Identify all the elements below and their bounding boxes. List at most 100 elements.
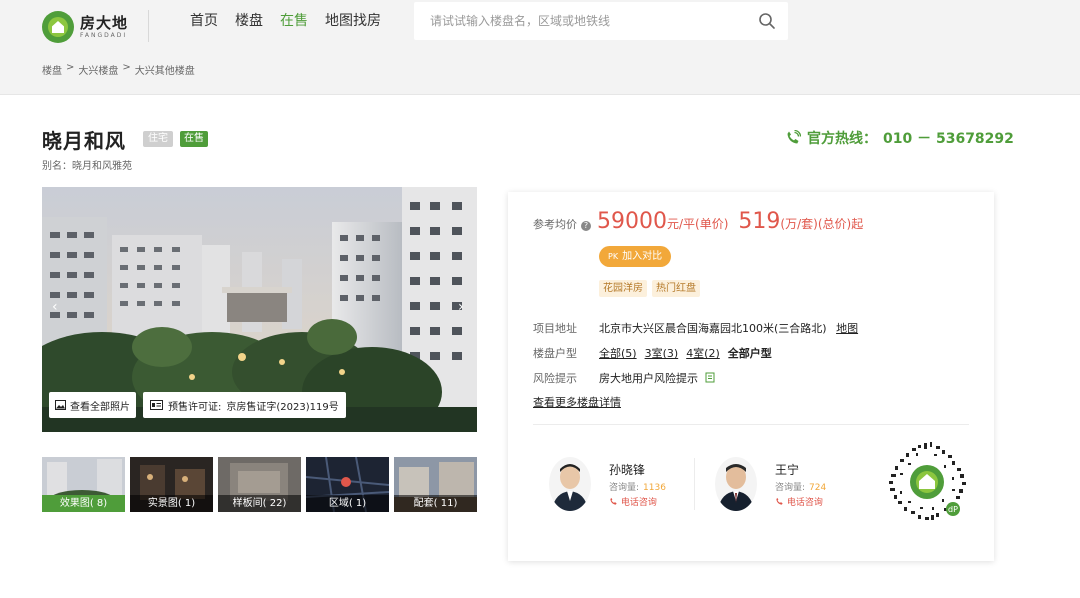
thumb-real-photos-label: 实景图( 1) — [130, 495, 213, 512]
phone-consult-label: 电话咨询 — [786, 497, 823, 508]
sale-status-badge: 在售 — [180, 131, 208, 147]
total-price: 519 — [738, 209, 781, 234]
header-band: 房大地 FANGDADI 首页 楼盘 在售 地图找房 楼盘 > 大兴楼盘 > 大… — [0, 0, 1080, 95]
inquiries-label: 咨询量: — [775, 482, 806, 493]
search-input[interactable] — [430, 12, 750, 30]
thumb-showroom[interactable]: 样板间( 22) — [218, 457, 301, 512]
official-hotline: 官方热线： 010 － 53678292 — [785, 128, 1014, 148]
feature-tag: 热门红盘 — [652, 280, 700, 297]
address-text: 北京市大兴区晨合国海嘉园北100米(三合路北) — [599, 322, 827, 335]
nav-map-search[interactable]: 地图找房 — [325, 12, 381, 30]
map-link[interactable]: 地图 — [836, 322, 858, 335]
thumb-renderings[interactable]: 效果图( 8) — [42, 457, 125, 512]
site-logo[interactable]: 房大地 FANGDADI — [42, 11, 128, 43]
breadcrumb: 楼盘 > 大兴楼盘 > 大兴其他楼盘 — [42, 62, 195, 77]
view-all-photos-label: 查看全部照片 — [70, 401, 130, 413]
layout-row: 楼盘户型 全部(5) 3室(3) 4室(2) 全部户型 — [533, 345, 772, 361]
project-info-card: 参考均价 ? 59000 元/平(单价) 519 (万/套)(总价)起 PK 加入… — [508, 192, 994, 561]
layout-links: 全部(5) 3室(3) 4室(2) 全部户型 — [599, 345, 772, 361]
more-details-link[interactable]: 查看更多楼盘详情 — [533, 394, 621, 410]
main-photo[interactable]: ‹ › 查看全部照片 预售许可证: 京房售证字(2023)119号 — [42, 187, 477, 432]
inquiries-label: 咨询量: — [609, 482, 640, 493]
document-icon — [705, 372, 714, 383]
logo-name: 房大地 — [80, 14, 129, 32]
main-nav: 首页 楼盘 在售 地图找房 — [190, 12, 381, 30]
phone-consult-button[interactable]: 电话咨询 — [609, 495, 666, 508]
agent-card[interactable]: 孙晓锋 咨询量: 1136 电话咨询 — [549, 457, 666, 511]
presale-license: 预售许可证: 京房售证字(2023)119号 — [143, 392, 346, 418]
risk-row: 风险提示 房大地用户风险提示 — [533, 370, 716, 386]
unit-price-suffix: 元/平(单价) — [667, 217, 729, 231]
logo-subtitle: FANGDADI — [80, 32, 128, 39]
agent-avatar — [549, 457, 591, 511]
inquiries-count: 1136 — [643, 482, 666, 493]
add-to-compare-label: 加入对比 — [622, 251, 663, 262]
agent-avatar — [715, 457, 757, 511]
help-icon[interactable]: ? — [581, 221, 591, 231]
breadcrumb-daxing-other[interactable]: 大兴其他楼盘 — [135, 62, 195, 77]
address-row: 项目地址 北京市大兴区晨合国海嘉园北100米(三合路北) 地图 — [533, 320, 858, 336]
thumb-real-photos[interactable]: 实景图( 1) — [130, 457, 213, 512]
search-icon[interactable] — [758, 12, 776, 30]
next-photo-arrow[interactable]: › — [458, 299, 464, 315]
unit-price: 59000 — [597, 209, 667, 234]
nav-home[interactable]: 首页 — [190, 12, 218, 30]
agent-card[interactable]: 王宁 咨询量: 724 电话咨询 — [715, 457, 826, 511]
image-icon — [55, 400, 66, 410]
agent-inquiries: 咨询量: 724 — [775, 480, 826, 493]
license-number: 京房售证字(2023)119号 — [226, 401, 339, 413]
breadcrumb-projects[interactable]: 楼盘 — [42, 62, 62, 77]
layout-4room-link[interactable]: 4室(2) — [686, 345, 720, 361]
phone-icon — [610, 497, 617, 505]
search-box — [414, 2, 788, 40]
header-divider — [148, 10, 149, 42]
pk-label: PK — [608, 252, 619, 261]
price-label: 参考均价 — [533, 218, 577, 231]
risk-value[interactable]: 房大地用户风险提示 — [599, 370, 716, 386]
project-title: 晓月和风 — [42, 129, 126, 153]
hotline-label: 官方热线： — [807, 131, 877, 147]
breadcrumb-separator: > — [66, 62, 75, 73]
price-row: 参考均价 ? 59000 元/平(单价) 519 (万/套)(总价)起 — [533, 209, 873, 234]
thumb-area-map-label: 区域( 1) — [306, 495, 389, 512]
agent-name: 王宁 — [775, 462, 800, 477]
phone-consult-label: 电话咨询 — [620, 497, 657, 508]
feature-tag: 花园洋房 — [599, 280, 647, 297]
property-type-badge: 住宅 — [143, 131, 173, 147]
total-price-suffix: (万/套)(总价)起 — [780, 217, 864, 231]
feature-tags: 花园洋房 热门红盘 — [599, 280, 700, 297]
mini-program-qr-code: dP — [886, 441, 968, 523]
phone-icon — [787, 130, 801, 144]
add-to-compare-button[interactable]: PK 加入对比 — [599, 246, 672, 267]
nav-on-sale[interactable]: 在售 — [280, 12, 308, 30]
thumb-area-map[interactable]: 区域( 1) — [306, 457, 389, 512]
thumb-showroom-label: 样板间( 22) — [218, 495, 301, 512]
layout-3room-link[interactable]: 3室(3) — [645, 345, 679, 361]
breadcrumb-separator: > — [122, 62, 131, 73]
agent-name: 孙晓锋 — [609, 462, 646, 477]
view-all-photos-button[interactable]: 查看全部照片 — [49, 392, 136, 418]
logo-house-icon — [42, 11, 74, 43]
nav-projects[interactable]: 楼盘 — [235, 12, 263, 30]
inquiries-count: 724 — [809, 482, 827, 493]
photo-category-thumbnails: 效果图( 8) 实景图( 1) 样板间( 22) 区域( 1) 配套(11) — [42, 457, 477, 512]
project-alias: 别名：晓月和风雅苑 — [42, 161, 132, 172]
agent-divider — [694, 458, 695, 510]
phone-consult-button[interactable]: 电话咨询 — [775, 495, 826, 508]
svg-text:dP: dP — [948, 505, 958, 514]
thumb-facilities[interactable]: 配套( 11) — [394, 457, 477, 512]
hotline-number: 010 － 53678292 — [883, 131, 1014, 147]
card-divider — [533, 424, 969, 425]
license-card-icon — [150, 400, 163, 410]
thumb-renderings-label: 效果图( 8) — [42, 495, 125, 512]
thumb-facilities-label: 配套( 11) — [394, 495, 477, 512]
risk-text: 房大地用户风险提示 — [599, 372, 698, 385]
address-label: 项目地址 — [533, 322, 577, 335]
prev-photo-arrow[interactable]: ‹ — [52, 299, 58, 315]
breadcrumb-daxing[interactable]: 大兴楼盘 — [78, 62, 118, 77]
layout-all-link[interactable]: 全部(5) — [599, 345, 637, 361]
all-layouts-link[interactable]: 全部户型 — [728, 345, 772, 361]
agent-inquiries: 咨询量: 1136 — [609, 480, 666, 493]
layout-label: 楼盘户型 — [533, 347, 577, 360]
phone-icon — [776, 497, 783, 505]
